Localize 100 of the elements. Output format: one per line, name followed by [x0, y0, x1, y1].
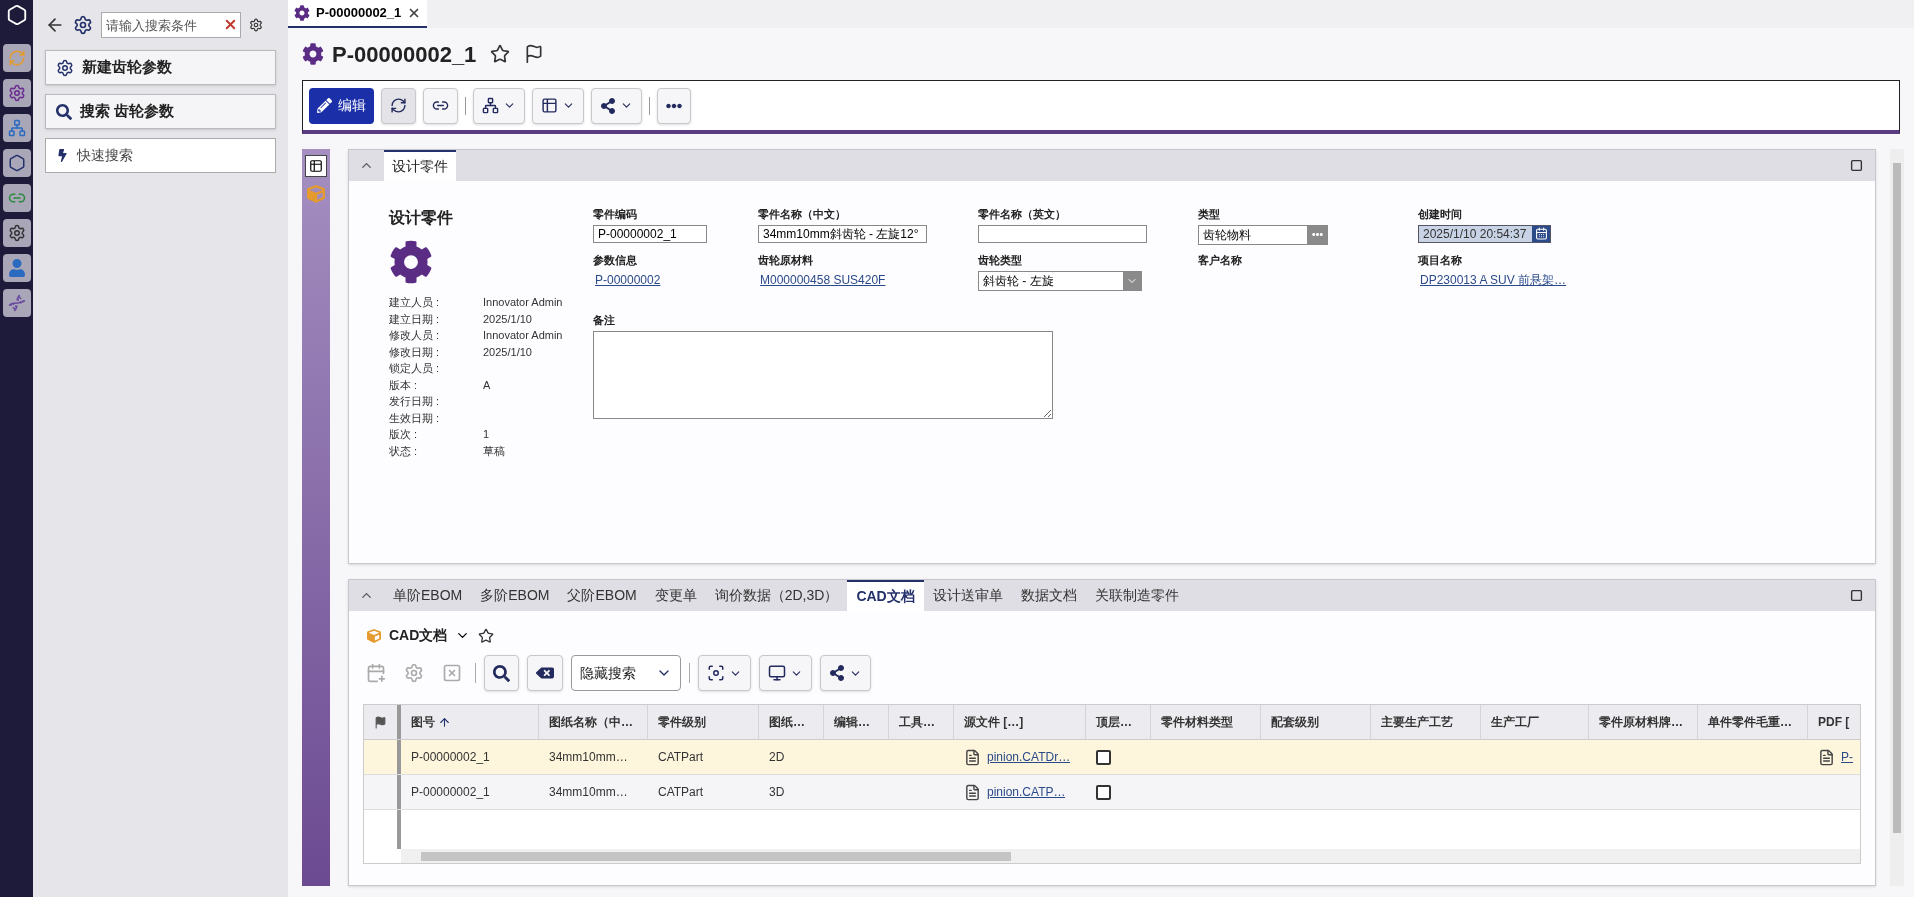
refresh-button[interactable] [381, 87, 416, 124]
user-button[interactable] [2, 254, 31, 282]
search-button[interactable] [484, 655, 519, 691]
checkbox[interactable] [1096, 749, 1111, 765]
relation-tab[interactable]: 询价数据（2D,3D） [705, 580, 848, 611]
share-button[interactable] [820, 655, 871, 691]
search-icon [56, 103, 72, 120]
column-header[interactable]: 图纸名称（中… [539, 705, 648, 739]
field-label: 齿轮原材料 [758, 253, 813, 268]
scrollbar[interactable] [1893, 163, 1901, 833]
column-header[interactable]: 主要生产工艺 [1371, 705, 1481, 739]
quick-search-button[interactable]: 快速搜索 [45, 138, 276, 173]
column-header[interactable]: 图纸… [759, 705, 824, 739]
column-header[interactable]: 图号 [401, 705, 539, 739]
section-tab[interactable]: 设计零件 [384, 150, 456, 181]
dna-button[interactable] [2, 289, 31, 317]
gear-icon[interactable] [7, 224, 26, 242]
text-field[interactable]: P-00000002_1 [593, 224, 707, 243]
clear-icon[interactable] [223, 17, 238, 32]
field-label: 客户名称 [1198, 253, 1242, 268]
search-field[interactable]: 请输入搜索条件 [101, 12, 241, 38]
sort-icon[interactable] [438, 715, 451, 729]
logo-icon[interactable] [5, 4, 28, 26]
table-cell-text: CATPart [658, 749, 704, 766]
network-icon [482, 97, 499, 114]
remarks-field[interactable] [593, 330, 1053, 419]
clear-button[interactable] [527, 655, 563, 691]
relation-tab[interactable]: 父阶EBOM [558, 580, 646, 611]
column-header[interactable]: 生产工厂 [1481, 705, 1589, 739]
table-icon [541, 97, 558, 114]
select-field[interactable]: 斜齿轮 - 左旋 [978, 270, 1142, 291]
hexagon-icon[interactable] [7, 154, 26, 172]
maximize-icon[interactable] [1850, 159, 1863, 172]
checkbox[interactable] [1096, 784, 1111, 800]
refresh-button[interactable] [2, 44, 31, 72]
relation-tab[interactable]: 数据文档 [1011, 580, 1086, 611]
options-icon[interactable] [249, 18, 263, 32]
document-tab[interactable]: P-00000002_1 [288, 0, 428, 28]
gear-button[interactable] [2, 79, 31, 107]
column-header[interactable]: PDF [ [1808, 705, 1860, 739]
column-header[interactable]: 工具… [889, 705, 954, 739]
file-link[interactable]: pinion.CATDr… [987, 748, 1071, 766]
column-header[interactable]: 单件零件毛重… [1698, 705, 1808, 739]
flag-icon[interactable] [374, 715, 387, 729]
relation-tab[interactable]: 关联制造零件 [1085, 580, 1188, 611]
text-field[interactable] [978, 224, 1147, 243]
form-icon [309, 159, 323, 173]
form-heading: 设计零件 [389, 208, 454, 228]
gear-icon [73, 15, 93, 35]
field-link[interactable]: P-00000002 [593, 270, 663, 289]
meta-value: 2025/1/10 [483, 344, 532, 360]
relation-tab[interactable]: 单阶EBOM [384, 580, 472, 611]
edit-button[interactable]: 编辑 [309, 87, 374, 124]
column-header[interactable]: 顶层… [1086, 705, 1151, 739]
maximize-icon[interactable] [1850, 589, 1863, 602]
hexagon-button[interactable] [2, 149, 31, 177]
layout-button[interactable] [759, 655, 812, 691]
table-row[interactable]: P-00000002_1 34mm10mm… CATPart 2D pinion.CATDr… P- [364, 740, 1860, 775]
column-header[interactable]: 零件级别 [648, 705, 759, 739]
network-button[interactable] [2, 114, 31, 142]
lookup-field[interactable]: 齿轮物料 [1198, 224, 1328, 245]
form-view-button[interactable] [305, 155, 327, 177]
relation-tab[interactable]: 多阶EBOM [471, 580, 559, 611]
flag-icon[interactable] [524, 44, 545, 64]
search-mode-dropdown[interactable]: 隐藏搜索 [571, 655, 681, 691]
table-cell-text: 34mm10mm… [549, 784, 628, 801]
star-icon[interactable] [478, 627, 495, 644]
column-header[interactable]: 编辑… [824, 705, 889, 739]
table-row[interactable]: P-00000002_1 34mm10mm… CATPart 3D pinion.CATP… [364, 775, 1860, 810]
column-header[interactable]: 零件材料类型 [1151, 705, 1261, 739]
more-button[interactable] [657, 87, 691, 124]
search-button[interactable]: 搜索 齿轮参数 [45, 94, 276, 129]
view-button[interactable] [698, 655, 751, 691]
text-field[interactable]: 34mm10mm斜齿轮 - 左旋12° [758, 224, 927, 243]
calendar-icon[interactable] [1534, 227, 1548, 240]
scrollbar[interactable] [401, 849, 1860, 863]
field-link[interactable]: DP230013 A SUV 前悬架… [1418, 270, 1569, 289]
date-field[interactable]: 2025/1/10 20:54:37 [1418, 224, 1551, 243]
star-icon[interactable] [490, 44, 511, 64]
table-cell-text: CATPart [658, 784, 704, 801]
relation-tab[interactable]: 设计送审单 [923, 580, 1012, 611]
share-button[interactable] [591, 87, 642, 124]
field-label: 创建时间 [1418, 207, 1462, 222]
file-link[interactable]: pinion.CATP… [987, 783, 1066, 801]
field-link[interactable]: M000000458 SUS420F [758, 270, 888, 289]
column-header[interactable]: 源文件 […] [954, 705, 1086, 739]
gear-icon[interactable] [7, 84, 26, 102]
relation-tab[interactable]: CAD文档 [847, 580, 924, 611]
new-button[interactable]: 新建齿轮参数 [45, 50, 276, 85]
structure-button[interactable] [473, 87, 525, 124]
column-header[interactable]: 零件原材料牌… [1589, 705, 1698, 739]
search-icon [493, 664, 510, 682]
file-link[interactable]: P- [1841, 748, 1853, 766]
meta-value: Innovator Admin [483, 328, 563, 343]
field-label: 齿轮类型 [978, 253, 1022, 268]
relation-tab[interactable]: 变更单 [645, 580, 706, 611]
column-header[interactable]: 配套级别 [1261, 705, 1371, 739]
meta-label: 版次 : [389, 427, 419, 442]
gear-icon [294, 5, 310, 21]
gear-button[interactable] [2, 219, 31, 247]
